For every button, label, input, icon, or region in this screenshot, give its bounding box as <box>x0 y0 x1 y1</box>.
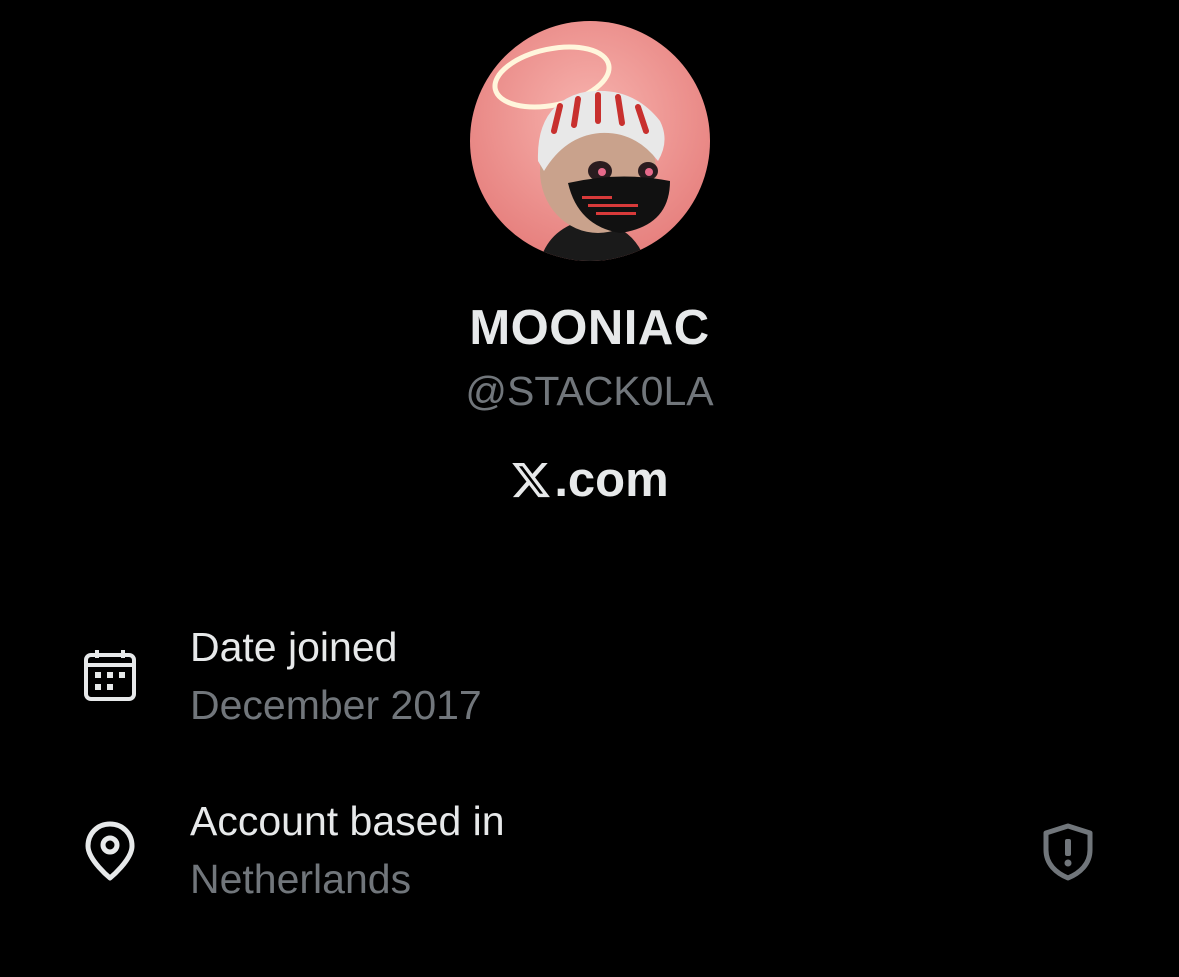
date-joined-row: Date joined December 2017 <box>0 624 1179 744</box>
account-location-label: Account based in <box>190 798 505 844</box>
calendar-icon <box>84 650 136 701</box>
x-logo-icon <box>512 462 551 498</box>
username-handle: @STACK0LA <box>465 368 714 414</box>
domain-text: .com <box>554 453 669 507</box>
date-joined-value: December 2017 <box>190 682 482 728</box>
account-location-value: Netherlands <box>190 856 412 902</box>
account-location-row: Account based in Netherlands <box>0 798 1179 918</box>
date-joined-label: Date joined <box>190 624 398 670</box>
shield-alert-icon[interactable] <box>1040 822 1096 882</box>
display-name: MOONIAC <box>469 301 710 355</box>
location-pin-icon <box>85 821 135 881</box>
platform-domain: .com <box>0 452 1179 508</box>
avatar[interactable] <box>470 21 710 261</box>
